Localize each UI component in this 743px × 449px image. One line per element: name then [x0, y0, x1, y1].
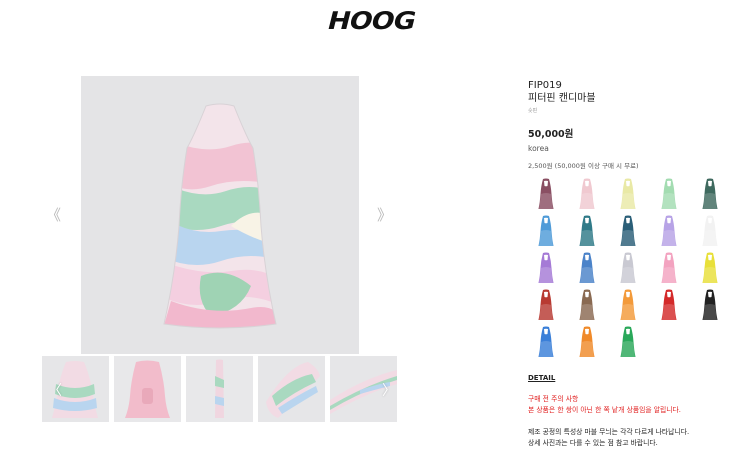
color-swatch-blue-white[interactable] — [579, 252, 595, 284]
brand-logo-text[interactable]: HOOG — [325, 8, 419, 36]
color-swatch-grid — [528, 178, 738, 368]
color-swatch-white[interactable] — [702, 215, 718, 247]
thumbnail-5[interactable]: 〉 — [330, 356, 397, 422]
warning-notice: 구매 전 주의 사항 본 상품은 한 쌍이 아닌 한 쪽 낱개 상품임을 알립니… — [528, 394, 681, 416]
marble-notice: 제조 공정의 특성상 마블 무늬는 각각 다르게 나타납니다. 상세 사진과는 … — [528, 427, 689, 449]
color-swatch-blue-marble[interactable] — [538, 326, 554, 358]
color-swatch-purple-white[interactable] — [538, 252, 554, 284]
color-swatch-dark-green[interactable] — [702, 178, 718, 210]
color-swatch-sky-blue[interactable] — [538, 215, 554, 247]
color-swatch-lavender[interactable] — [661, 215, 677, 247]
color-swatch-brown-blue[interactable] — [579, 289, 595, 321]
color-swatch-red-stripe[interactable] — [661, 289, 677, 321]
color-swatch-grey-white[interactable] — [620, 252, 636, 284]
detail-link[interactable]: DETAIL — [528, 374, 555, 382]
color-swatch-black-stripe[interactable] — [702, 289, 718, 321]
thumbnail-4[interactable] — [258, 356, 325, 422]
color-swatch-plum[interactable] — [538, 178, 554, 210]
brand-logo[interactable]: HOOG — [0, 6, 743, 37]
product-sub-label: 숏핀 — [528, 108, 538, 114]
product-name: 피터핀 캔디마블 — [528, 93, 596, 104]
product-info: FIP019 피터핀 캔디마블 숏핀 50,000원 korea 2,500원 … — [528, 80, 738, 447]
color-swatch-red-white[interactable] — [538, 289, 554, 321]
thumbnail-1[interactable]: 〈 — [42, 356, 109, 422]
product-code: FIP019 — [528, 80, 562, 91]
color-swatch-orange-cyan[interactable] — [620, 289, 636, 321]
thumbnail-strip: 〈 〉 — [42, 356, 398, 422]
thumb-prev-arrow-icon[interactable]: 〈 — [48, 380, 62, 400]
color-swatch-light-pink[interactable] — [579, 178, 595, 210]
color-swatch-pink-orange[interactable] — [661, 252, 677, 284]
note-line-1: 제조 공정의 특성상 마블 무늬는 각각 다르게 나타납니다. — [528, 428, 690, 436]
color-swatch-orange-marble[interactable] — [579, 326, 595, 358]
warning-text: 본 상품은 한 쌍이 아닌 한 쪽 낱개 상품임을 알립니다. — [528, 406, 681, 414]
gallery-prev-arrow-icon[interactable]: 《 — [46, 204, 61, 225]
color-swatch-navy-teal[interactable] — [620, 215, 636, 247]
thumbnail-3[interactable] — [186, 356, 253, 422]
thumb-next-arrow-icon[interactable]: 〉 — [382, 380, 396, 400]
color-swatch-teal[interactable] — [579, 215, 595, 247]
color-swatch-light-yellow[interactable] — [620, 178, 636, 210]
gallery-next-arrow-icon[interactable]: 》 — [377, 204, 392, 225]
thumbnail-2[interactable] — [114, 356, 181, 422]
color-swatch-rainbow-marble[interactable] — [620, 326, 636, 358]
color-swatch-yellow-green[interactable] — [702, 252, 718, 284]
product-price: 50,000원 — [528, 129, 574, 140]
main-product-image — [81, 76, 359, 354]
product-origin: korea — [528, 144, 549, 153]
warning-title: 구매 전 주의 사항 — [528, 395, 579, 403]
color-swatch-mint[interactable] — [661, 178, 677, 210]
note-line-2: 상세 사진과는 다를 수 있는 점 참고 바랍니다. — [528, 439, 658, 447]
shipping-info: 2,500원 (50,000원 이상 구매 시 무료) — [528, 162, 639, 170]
